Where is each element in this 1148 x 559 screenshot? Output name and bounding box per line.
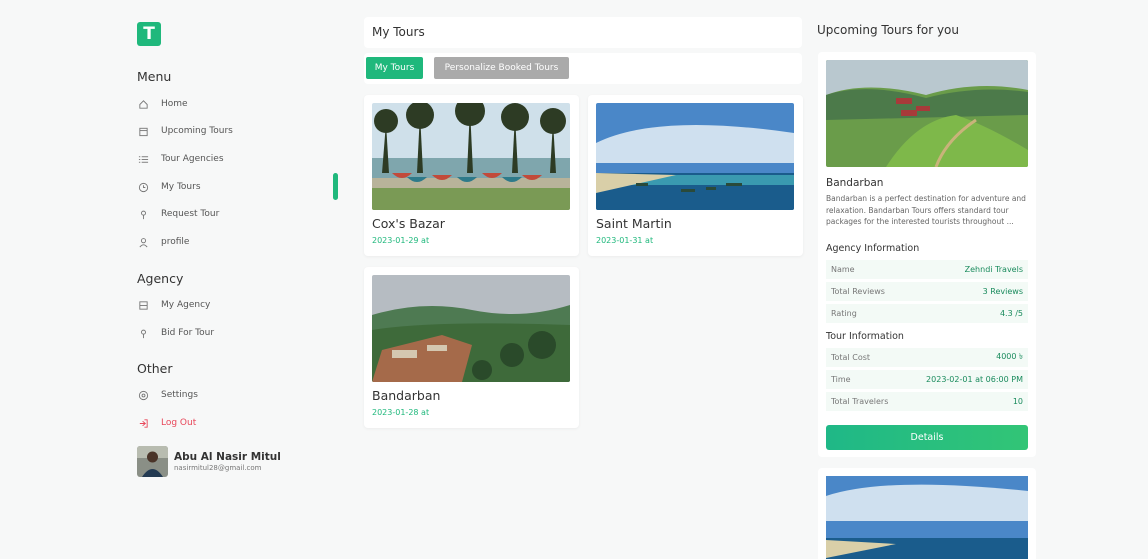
upcoming-section-title: Upcoming Tours for you: [817, 23, 960, 37]
sidebar-item-bid-for-tour[interactable]: Bid For Tour: [137, 324, 214, 342]
sidebar-item-label: My Agency: [161, 300, 211, 310]
row-label: Total Travelers: [831, 397, 889, 406]
pin-icon: [137, 208, 149, 220]
upcoming-tour-image: [826, 476, 1028, 559]
tab-personalize-booked-tours[interactable]: Personalize Booked Tours: [434, 57, 569, 79]
sidebar-item-label: profile: [161, 237, 190, 247]
sidebar-item-my-agency[interactable]: My Agency: [137, 296, 210, 314]
avatar: [137, 446, 168, 477]
row-value: 4.3 /5: [999, 309, 1023, 318]
row-label: Time: [831, 375, 851, 384]
agency-info-title: Agency Information: [826, 243, 920, 254]
tour-image: [372, 275, 570, 382]
row-value: 10: [1012, 397, 1023, 406]
upcoming-tour-image: [826, 60, 1028, 167]
sidebar-item-label: Bid For Tour: [161, 328, 215, 338]
home-icon: [137, 98, 149, 110]
tour-row-travelers: Total Travelers 10: [826, 392, 1028, 411]
row-value: 3 Reviews: [982, 287, 1023, 296]
tour-info-title: Tour Information: [826, 331, 904, 342]
sidebar-item-home[interactable]: Home: [137, 95, 188, 113]
menu-section-title: Menu: [137, 69, 172, 84]
sidebar-item-label: My Tours: [161, 182, 201, 192]
sidebar-item-label: Upcoming Tours: [161, 126, 233, 136]
tour-row-time: Time 2023-02-01 at 06:00 PM: [826, 370, 1028, 389]
building-icon: [137, 299, 149, 311]
sidebar-item-label: Home: [161, 99, 188, 109]
row-value: Zehndi Travels: [964, 265, 1023, 274]
active-indicator: [333, 173, 338, 200]
upcoming-tour-name: Bandarban: [826, 177, 884, 189]
sidebar-item-upcoming-tours[interactable]: Upcoming Tours: [137, 122, 233, 140]
tour-card-bandarban[interactable]: Bandarban 2023-01-28 at: [364, 267, 579, 428]
sidebar-item-request-tour[interactable]: Request Tour: [137, 205, 219, 223]
tour-card-coxs-bazar[interactable]: Cox's Bazar 2023-01-29 at: [364, 95, 579, 256]
tour-image: [372, 103, 570, 210]
sidebar-item-label: Request Tour: [161, 209, 220, 219]
details-button[interactable]: Details: [826, 425, 1028, 450]
main-header: My Tours: [364, 17, 802, 48]
user-email: nasirmitul28@gmail.com: [174, 464, 262, 472]
tour-name: Cox's Bazar: [372, 216, 445, 231]
tabs-bar: My Tours Personalize Booked Tours: [364, 53, 802, 84]
sidebar-item-tour-agencies[interactable]: Tour Agencies: [137, 150, 224, 168]
tour-card-saint-martin[interactable]: Saint Martin 2023-01-31 at: [588, 95, 803, 256]
sidebar-item-label: Tour Agencies: [161, 154, 224, 164]
agency-row-name: Name Zehndi Travels: [826, 260, 1028, 279]
row-label: Total Cost: [831, 353, 871, 362]
agency-row-reviews: Total Reviews 3 Reviews: [826, 282, 1028, 301]
pin-icon: [137, 327, 149, 339]
sidebar-item-label: Log Out: [161, 418, 197, 428]
clock-icon: [137, 181, 149, 193]
upcoming-tour-card: Bandarban Bandarban is a perfect destina…: [818, 52, 1036, 457]
row-value: 4000 ৳: [996, 352, 1023, 361]
tab-my-tours[interactable]: My Tours: [366, 57, 423, 79]
row-label: Name: [831, 265, 855, 274]
tour-name: Saint Martin: [596, 216, 672, 231]
sidebar-item-logout[interactable]: Log Out: [137, 414, 196, 432]
tour-image: [596, 103, 794, 210]
sidebar-item-my-tours[interactable]: My Tours: [137, 178, 201, 196]
upcoming-tour-card-2: [818, 468, 1036, 559]
tour-date: 2023-01-31 at: [596, 236, 654, 245]
tour-name: Bandarban: [372, 388, 441, 403]
tour-date: 2023-01-29 at: [372, 236, 430, 245]
sidebar-item-profile[interactable]: profile: [137, 233, 189, 251]
tour-row-cost: Total Cost 4000 ৳: [826, 348, 1028, 367]
gear-icon: [137, 389, 149, 401]
user-icon: [137, 236, 149, 248]
agency-row-rating: Rating 4.3 /5: [826, 304, 1028, 323]
agency-section-title: Agency: [137, 271, 184, 286]
row-label: Total Reviews: [831, 287, 885, 296]
user-name: Abu Al Nasir Mitul: [174, 451, 281, 463]
app-logo[interactable]: T: [137, 22, 161, 46]
sidebar-item-settings[interactable]: Settings: [137, 386, 198, 404]
upcoming-tour-description: Bandarban is a perfect destination for a…: [826, 194, 1026, 226]
other-section-title: Other: [137, 361, 173, 376]
sidebar-item-label: Settings: [161, 390, 198, 400]
row-value: 2023-02-01 at 06:00 PM: [926, 375, 1023, 384]
calendar-icon: [137, 125, 149, 137]
logout-icon: [137, 417, 149, 429]
page-title: My Tours: [372, 25, 425, 39]
list-icon: [137, 153, 149, 165]
row-label: Rating: [831, 309, 857, 318]
tour-date: 2023-01-28 at: [372, 408, 430, 417]
user-profile[interactable]: Abu Al Nasir Mitul nasirmitul28@gmail.co…: [137, 446, 281, 477]
